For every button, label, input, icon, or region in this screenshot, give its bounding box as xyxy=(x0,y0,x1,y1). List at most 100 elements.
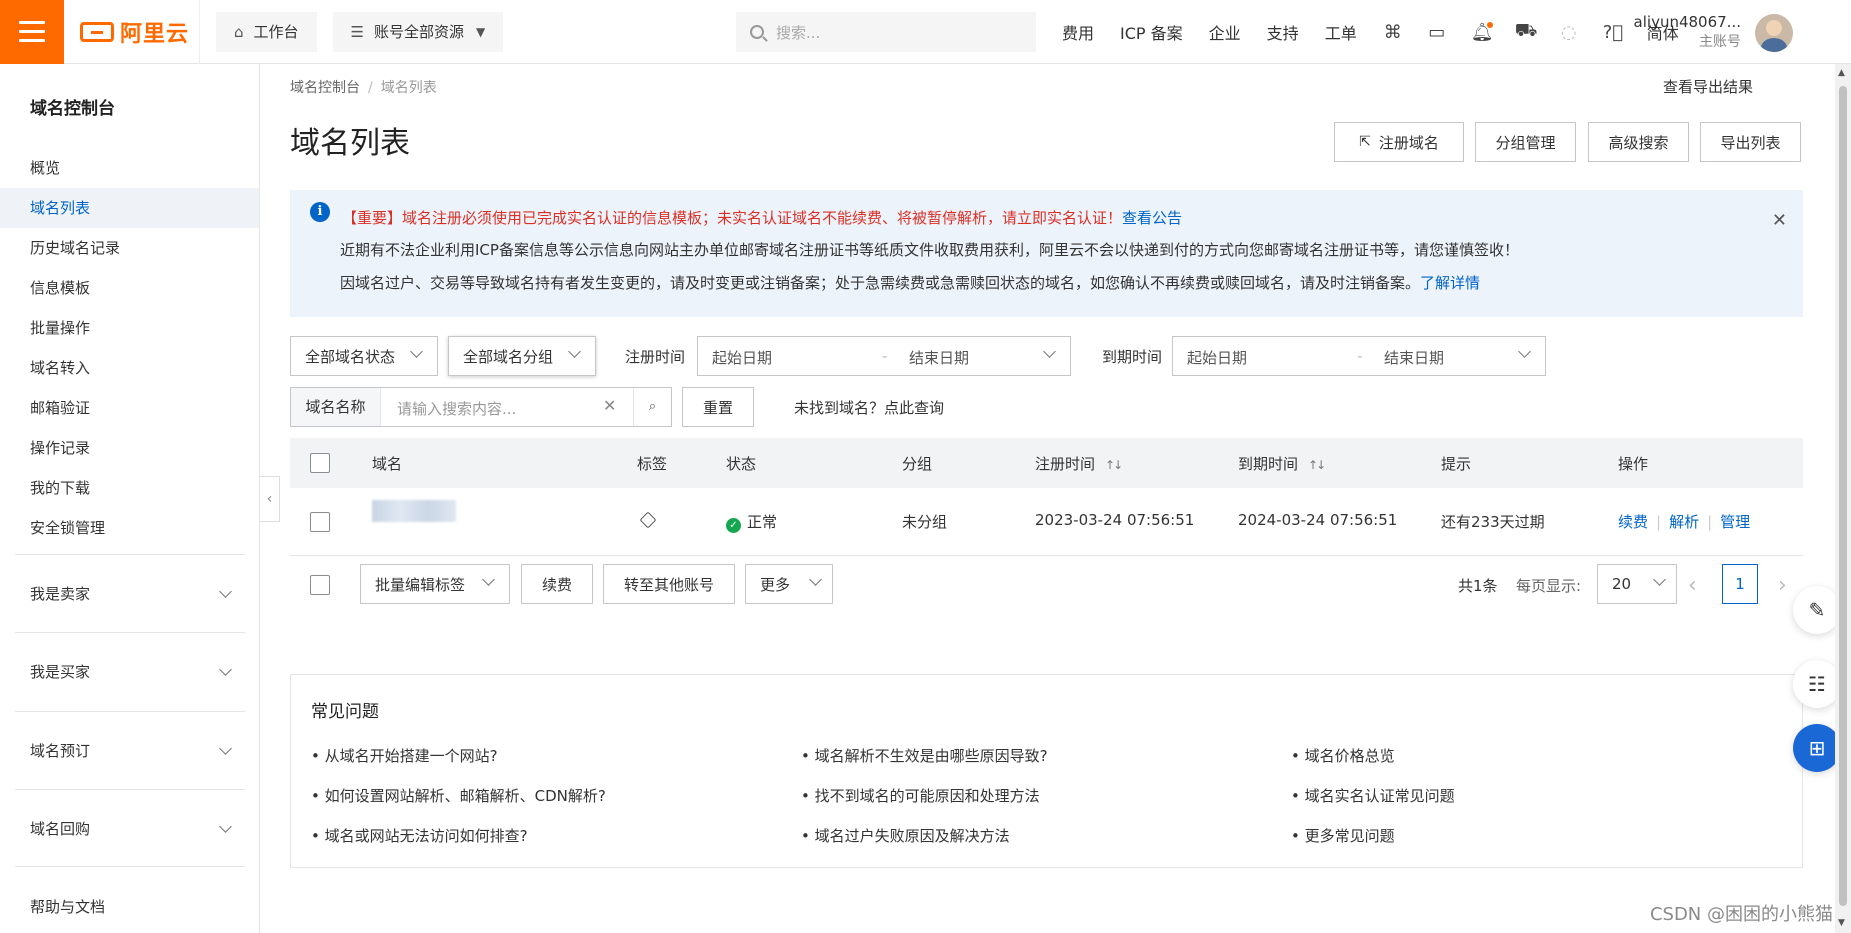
faq-item[interactable]: • 域名解析不生效是由哪些原因导致? xyxy=(801,745,1048,766)
col-reg-time[interactable]: 注册时间 ↑↓ xyxy=(1035,453,1123,474)
clear-icon[interactable]: ✕ xyxy=(603,396,616,415)
per-page-select[interactable]: 20 xyxy=(1597,564,1677,604)
sidebar-group-buyer[interactable]: 我是买家 xyxy=(15,632,245,710)
code-icon[interactable]: ⌘ xyxy=(1383,22,1403,43)
group-select[interactable]: 全部域名分组 xyxy=(448,336,596,376)
export-list-button[interactable]: 导出列表 xyxy=(1700,122,1801,162)
search-icon[interactable]: ⌕ xyxy=(633,388,671,426)
faq-item[interactable]: • 域名价格总览 xyxy=(1291,745,1395,766)
workbench-button[interactable]: ⌂ 工作台 xyxy=(216,11,317,52)
status-select[interactable]: 全部域名状态 xyxy=(290,336,438,376)
aliyun-logo[interactable]: 阿里云 xyxy=(80,0,200,64)
close-icon[interactable]: ✕ xyxy=(1772,210,1787,231)
view-announcement-link[interactable]: 查看公告 xyxy=(1122,209,1182,227)
row-checkbox[interactable] xyxy=(310,512,330,532)
sidebar-item-security-lock[interactable]: 安全锁管理 xyxy=(0,508,259,548)
tag-icon[interactable] xyxy=(639,511,657,529)
manage-link[interactable]: 管理 xyxy=(1720,513,1750,531)
scroll-down-icon[interactable]: ▼ xyxy=(1838,918,1845,928)
sidebar-collapse-button[interactable]: ‹ xyxy=(260,476,280,522)
reg-time-range[interactable]: 起始日期 - 结束日期 xyxy=(697,336,1071,376)
reg-end-date[interactable]: 结束日期 xyxy=(909,347,969,368)
exp-start-date[interactable]: 起始日期 xyxy=(1187,347,1247,368)
sidebar-item-email-verify[interactable]: 邮箱验证 xyxy=(0,388,259,428)
faq-item[interactable]: • 找不到域名的可能原因和处理方法 xyxy=(801,785,1040,806)
nav-ticket[interactable]: 工单 xyxy=(1325,20,1357,44)
reg-start-date[interactable]: 起始日期 xyxy=(712,347,772,368)
sidebar-item-batch[interactable]: 批量操作 xyxy=(0,308,259,348)
status-cell: ✓ 正常 xyxy=(726,511,777,533)
faq-item[interactable]: • 从域名开始搭建一个网站? xyxy=(311,745,498,766)
terminal-icon[interactable]: ▭ xyxy=(1427,22,1447,43)
transfer-account-button[interactable]: 转至其他账号 xyxy=(603,564,735,604)
select-all-checkbox[interactable] xyxy=(310,453,330,473)
reset-button[interactable]: 重置 xyxy=(682,387,754,427)
bell-icon[interactable]: 🔔︎ xyxy=(1471,21,1494,43)
bulk-edit-tags-select[interactable]: 批量编辑标签 xyxy=(360,564,510,604)
col-hint: 提示 xyxy=(1441,455,1472,473)
help-icon[interactable]: ?⃝ xyxy=(1603,22,1623,43)
renew-link[interactable]: 续费 xyxy=(1618,513,1648,531)
sidebar-item-oplog[interactable]: 操作记录 xyxy=(0,428,259,468)
bulb-icon[interactable]: ◌ xyxy=(1559,22,1579,43)
apps-icon[interactable]: ⊞ xyxy=(1793,724,1841,772)
nav-icp[interactable]: ICP 备案 xyxy=(1120,20,1183,44)
scrollbar[interactable]: ▲ ▼ xyxy=(1835,64,1851,933)
nav-billing[interactable]: 费用 xyxy=(1062,20,1094,44)
faq-item[interactable]: • 更多常见问题 xyxy=(1291,825,1395,846)
bulk-select-checkbox[interactable] xyxy=(310,575,330,595)
export-result-link[interactable]: 查看导出结果 xyxy=(1663,76,1753,97)
more-select[interactable]: 更多 xyxy=(745,564,833,604)
breadcrumb-root[interactable]: 域名控制台 xyxy=(290,80,360,96)
help-docs-link[interactable]: 帮助与文档 xyxy=(30,896,105,917)
cart-icon[interactable]: ⛟ xyxy=(1515,20,1538,44)
advanced-search-button[interactable]: 高级搜索 xyxy=(1588,122,1689,162)
sidebar-item-domain-list[interactable]: 域名列表 xyxy=(0,188,259,228)
user-info[interactable]: aliyun48067... 主账号 xyxy=(1634,12,1741,52)
nav-enterprise[interactable]: 企业 xyxy=(1209,20,1241,44)
faq-item[interactable]: • 域名或网站无法访问如何排查? xyxy=(311,825,528,846)
group-label: 我是买家 xyxy=(30,663,91,681)
sidebar-group-reserve[interactable]: 域名预订 xyxy=(15,711,245,789)
register-domain-button[interactable]: ⇱ 注册域名 xyxy=(1334,122,1464,162)
exp-end-date[interactable]: 结束日期 xyxy=(1384,347,1444,368)
edit-feedback-icon[interactable]: ✎ xyxy=(1793,586,1841,634)
sidebar-item-transfer-in[interactable]: 域名转入 xyxy=(0,348,259,388)
faq-item[interactable]: • 域名实名认证常见问题 xyxy=(1291,785,1455,806)
sidebar-item-templates[interactable]: 信息模板 xyxy=(0,268,259,308)
exp-time-range[interactable]: 起始日期 - 结束日期 xyxy=(1172,336,1546,376)
sort-icon[interactable]: ↑↓ xyxy=(1105,458,1123,472)
faq-item[interactable]: • 如何设置网站解析、邮箱解析、CDN解析? xyxy=(311,785,606,806)
database-icon: ☰ xyxy=(350,22,364,41)
menu-icon[interactable] xyxy=(0,0,64,64)
learn-more-link[interactable]: 了解详情 xyxy=(1420,274,1480,292)
nav-support[interactable]: 支持 xyxy=(1267,20,1299,44)
avatar[interactable] xyxy=(1755,14,1793,52)
resources-dropdown[interactable]: ☰ 账号全部资源 ▼ xyxy=(332,11,504,52)
scroll-up-icon[interactable]: ▲ xyxy=(1838,68,1845,78)
sidebar-item-downloads[interactable]: 我的下载 xyxy=(0,468,259,508)
domain-search-input[interactable]: 请输入搜索内容... xyxy=(397,398,516,419)
group-manage-button[interactable]: 分组管理 xyxy=(1475,122,1576,162)
breadcrumb: 域名控制台 / 域名列表 xyxy=(290,80,437,96)
sidebar-item-overview[interactable]: 概览 xyxy=(0,148,259,188)
global-search-input[interactable]: 搜索... xyxy=(736,12,1036,52)
not-found-query-link[interactable]: 未找到域名？点此查询 xyxy=(794,397,944,418)
sidebar-item-history[interactable]: 历史域名记录 xyxy=(0,228,259,268)
faq-item[interactable]: • 域名过户失败原因及解决方法 xyxy=(801,825,1010,846)
info-icon: i xyxy=(310,202,330,222)
scrollbar-thumb[interactable] xyxy=(1839,86,1847,906)
col-exp-time[interactable]: 到期时间 ↑↓ xyxy=(1238,453,1326,474)
user-name: aliyun48067... xyxy=(1633,13,1741,31)
page-1-button[interactable]: 1 xyxy=(1722,564,1758,604)
next-page-icon[interactable]: › xyxy=(1778,573,1787,598)
sidebar-group-seller[interactable]: 我是卖家 xyxy=(15,554,245,632)
bulk-renew-button[interactable]: 续费 xyxy=(521,564,593,604)
chat-icon[interactable]: ☷ xyxy=(1793,660,1841,708)
domain-name-blurred[interactable] xyxy=(372,500,456,522)
sort-icon[interactable]: ↑↓ xyxy=(1308,458,1326,472)
chevron-down-icon xyxy=(1518,345,1531,358)
resolve-link[interactable]: 解析 xyxy=(1669,513,1699,531)
sidebar-group-buyback[interactable]: 域名回购 xyxy=(15,789,245,867)
prev-page-icon[interactable]: ‹ xyxy=(1688,573,1697,598)
